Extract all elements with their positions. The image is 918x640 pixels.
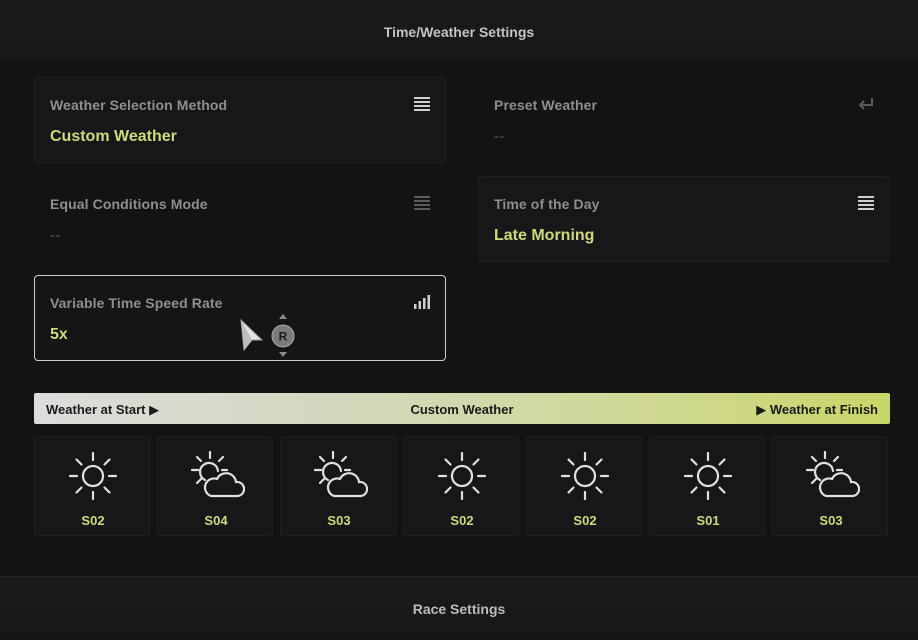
weather-slot-code: S02 [81,513,105,528]
race-settings-button[interactable]: Race Settings [0,576,918,640]
setting-label: Time of the Day [494,196,600,212]
setting-value: -- [494,128,505,145]
preset-weather-setting[interactable]: Preset Weather -- [478,77,890,163]
weather-slot[interactable]: S02 [34,436,150,536]
weather-at-finish-label: ▶ Weather at Finish [756,402,878,417]
page-title: Time/Weather Settings [383,23,535,40]
weather-slot[interactable]: S03 [772,436,888,536]
sun-icon [437,451,487,501]
weather-slot[interactable]: S02 [526,436,642,536]
time-of-day-setting[interactable]: Time of the Day Late Morning [478,176,890,262]
weather-slot-row: S02 S04 S03 S02 S02 S01 S03 [34,436,890,536]
setting-label: Equal Conditions Mode [50,196,208,212]
weather-timeline-band: Weather at Start ▶ Custom Weather ▶ Weat… [34,393,890,424]
weather-slot-code: S04 [204,513,228,528]
setting-value: Late Morning [494,227,595,244]
cursor-arrow-icon [240,318,264,352]
equal-conditions-mode-setting[interactable]: Equal Conditions Mode -- [34,176,446,262]
return-icon [858,98,873,110]
signal-bars-icon [414,295,430,309]
r-button-label: R [279,330,288,344]
weather-slot-code: S02 [450,513,474,528]
sun-icon [68,451,118,501]
setting-label: Weather Selection Method [50,97,228,113]
weather-slot[interactable]: S02 [403,436,519,536]
setting-value: Custom Weather [50,128,177,145]
weather-slot[interactable]: S01 [649,436,765,536]
setting-label: Preset Weather [494,97,598,113]
weather-slot-code: S03 [327,513,351,528]
weather-slot[interactable]: S03 [280,436,396,536]
r-button-icon: R [271,314,295,357]
sun-cloud-icon [313,450,368,498]
list-icon [414,97,430,111]
weather-slot-code: S01 [696,513,720,528]
weather-selection-method-setting[interactable]: Weather Selection Method Custom Weather [34,77,446,163]
sun-icon [560,451,610,501]
setting-label: Variable Time Speed Rate [50,295,223,311]
r-button-adjuster[interactable]: R [271,312,295,358]
sun-cloud-icon [190,450,245,498]
weather-slot[interactable]: S04 [157,436,273,536]
weather-slot-code: S03 [819,513,843,528]
list-icon [858,196,874,210]
setting-value: 5x [50,326,68,343]
setting-value: -- [50,227,61,244]
sun-cloud-icon [805,450,860,498]
weather-slot-code: S02 [573,513,597,528]
list-icon [414,196,430,210]
race-settings-label: Race Settings [412,600,506,617]
header-bar: Time/Weather Settings [0,0,918,64]
sun-icon [683,451,733,501]
